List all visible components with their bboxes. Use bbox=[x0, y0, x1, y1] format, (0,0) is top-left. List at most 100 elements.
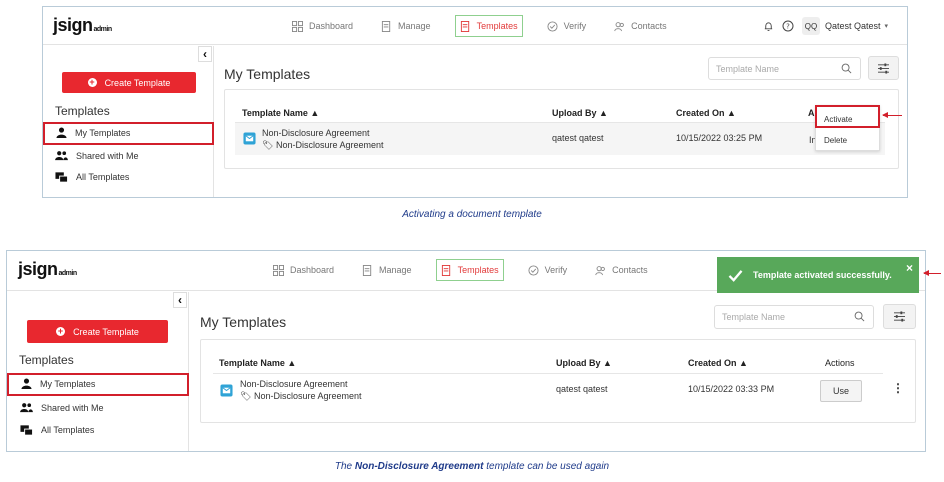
nav-contacts[interactable]: Contacts bbox=[610, 15, 671, 37]
th-created-on[interactable]: Created On ▲ bbox=[676, 108, 736, 118]
grid-icon bbox=[292, 20, 303, 32]
create-template-button[interactable]: + Create Template bbox=[27, 320, 168, 343]
row-upload-by: qatest qatest bbox=[552, 133, 604, 143]
filter-button[interactable] bbox=[868, 56, 899, 80]
sidebar-heading: Templates bbox=[55, 104, 110, 118]
sort-up-icon: ▲ bbox=[727, 108, 736, 118]
nav-contacts[interactable]: Contacts bbox=[591, 259, 652, 281]
sliders-icon bbox=[878, 62, 889, 74]
template-file-icon bbox=[243, 132, 256, 145]
more-options-icon[interactable]: ⋮ bbox=[892, 381, 904, 395]
th-upload-by[interactable]: Upload By ▲ bbox=[556, 358, 612, 368]
search-placeholder: Template Name bbox=[716, 63, 780, 74]
nav-manage[interactable]: Manage bbox=[377, 15, 435, 37]
row-template-name[interactable]: Non-Disclosure Agreement bbox=[240, 379, 348, 389]
verify-icon bbox=[547, 20, 558, 32]
sidebar-item-label: All Templates bbox=[41, 425, 95, 435]
search-placeholder: Template Name bbox=[722, 312, 786, 322]
search-input[interactable]: Template Name bbox=[708, 57, 861, 80]
nav-contacts-label: Contacts bbox=[631, 21, 667, 31]
filter-button[interactable] bbox=[883, 304, 916, 329]
nav-verify-label: Verify bbox=[563, 21, 587, 31]
chevron-left-icon: ‹ bbox=[203, 47, 207, 61]
nav-verify[interactable]: Verify bbox=[524, 259, 572, 281]
col-label: Template Name bbox=[219, 358, 285, 368]
sidebar-item-all[interactable]: All Templates bbox=[20, 424, 94, 436]
all-templates-icon bbox=[20, 425, 33, 436]
avatar: QQ bbox=[802, 17, 820, 35]
screenshot-activated: jsignadmin Dashboard Manage Templates Ve… bbox=[6, 250, 926, 452]
caption-text: The bbox=[334, 461, 355, 472]
contacts-icon bbox=[614, 21, 625, 31]
pointer-arrow bbox=[882, 112, 902, 118]
highlight-my-templates bbox=[43, 122, 214, 145]
sort-up-icon: ▲ bbox=[310, 108, 320, 118]
contacts-icon bbox=[595, 265, 606, 275]
nav-manage-label: Manage bbox=[379, 265, 412, 275]
nav-verify[interactable]: Verify bbox=[543, 15, 591, 37]
caption-text: template can be used again bbox=[483, 461, 610, 472]
highlight-my-templates bbox=[7, 373, 189, 396]
menu-item-delete[interactable]: Delete bbox=[824, 136, 847, 145]
collapse-sidebar-button[interactable]: ‹ bbox=[198, 46, 212, 62]
top-nav-bar: jsignadmin Dashboard Manage Templates Ve… bbox=[43, 7, 907, 45]
collapse-sidebar-button[interactable]: ‹ bbox=[173, 292, 187, 308]
bell-icon[interactable] bbox=[763, 21, 774, 32]
highlight-activate bbox=[815, 105, 880, 128]
nav-manage[interactable]: Manage bbox=[358, 259, 416, 281]
th-template-name[interactable]: Template Name ▲ bbox=[242, 108, 319, 118]
th-template-name[interactable]: Template Name ▲ bbox=[219, 358, 296, 368]
sort-up-icon: ▲ bbox=[603, 358, 612, 368]
sort-up-icon: ▲ bbox=[739, 358, 748, 368]
nav-manage-label: Manage bbox=[398, 21, 431, 31]
row-tag-label: Non-Disclosure Agreement bbox=[253, 391, 362, 401]
tag-icon: 🏷 bbox=[262, 140, 274, 150]
col-label: Created On bbox=[676, 108, 725, 118]
nav-dashboard[interactable]: Dashboard bbox=[269, 259, 338, 281]
jsign-logo: jsignadmin bbox=[18, 259, 77, 280]
create-template-button[interactable]: + Create Template bbox=[62, 72, 196, 93]
users-icon bbox=[55, 151, 68, 161]
sidebar-item-shared[interactable]: Shared with Me bbox=[55, 150, 139, 161]
check-icon bbox=[728, 269, 743, 282]
user-name: Qatest Qatest bbox=[825, 21, 881, 31]
logo-text: jsign bbox=[53, 15, 93, 35]
search-icon bbox=[841, 63, 852, 74]
nav-templates[interactable]: Templates bbox=[454, 15, 523, 37]
th-created-on[interactable]: Created On ▲ bbox=[688, 358, 748, 368]
templates-table: Template Name ▲ Upload By ▲ Created On ▲… bbox=[200, 339, 916, 423]
nav-verify-label: Verify bbox=[544, 265, 568, 275]
jsign-logo: jsignadmin bbox=[53, 15, 112, 36]
caption-activated: The Non-Disclosure Agreement template ca… bbox=[0, 461, 944, 472]
user-menu[interactable]: QQ Qatest Qatest ▾ bbox=[802, 17, 888, 35]
pointer-arrow bbox=[923, 270, 941, 276]
row-upload-by: qatest qatest bbox=[556, 384, 608, 394]
th-upload-by[interactable]: Upload By ▲ bbox=[552, 108, 608, 118]
grid-icon bbox=[273, 264, 284, 276]
row-template-name[interactable]: Non-Disclosure Agreement bbox=[262, 128, 370, 138]
all-templates-icon bbox=[55, 172, 68, 183]
sidebar-heading: Templates bbox=[19, 353, 74, 367]
sidebar-item-shared[interactable]: Shared with Me bbox=[20, 402, 104, 413]
sidebar-item-all[interactable]: All Templates bbox=[55, 171, 129, 183]
chevron-down-icon: ▾ bbox=[884, 23, 889, 30]
users-icon bbox=[20, 403, 33, 413]
search-icon bbox=[854, 311, 865, 322]
help-icon[interactable]: ? bbox=[782, 20, 794, 32]
sliders-icon bbox=[894, 311, 905, 322]
nav-templates[interactable]: Templates bbox=[435, 259, 504, 281]
svg-text:?: ? bbox=[786, 23, 790, 31]
logo-text: jsign bbox=[18, 259, 58, 279]
close-icon[interactable]: × bbox=[906, 261, 913, 275]
col-label: Template Name bbox=[242, 108, 308, 118]
create-template-label: Create Template bbox=[104, 77, 171, 88]
success-toast: Template activated successfully. × bbox=[717, 257, 919, 293]
logo-sub: admin bbox=[93, 26, 113, 33]
sidebar-item-label: All Templates bbox=[76, 172, 130, 182]
use-button[interactable]: Use bbox=[820, 380, 862, 402]
nav-dashboard[interactable]: Dashboard bbox=[288, 15, 357, 37]
search-input[interactable]: Template Name bbox=[714, 305, 874, 329]
th-actions: Actions bbox=[825, 358, 855, 368]
row-created-on: 10/15/2022 03:25 PM bbox=[676, 133, 763, 143]
plus-icon: + bbox=[87, 77, 97, 87]
